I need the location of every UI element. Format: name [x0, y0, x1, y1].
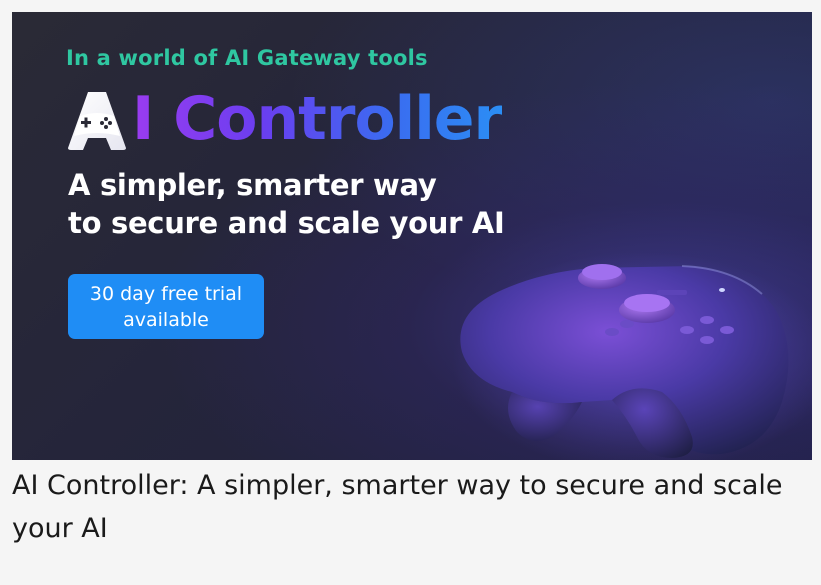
gamepad-letter-a-icon: [68, 92, 126, 150]
banner-tagline: In a world of AI Gateway tools: [66, 46, 428, 70]
logo-text: I Controller: [132, 84, 503, 154]
free-trial-line-1: 30 day free trial: [89, 282, 243, 305]
ai-controller-logo: I Controller: [66, 84, 503, 154]
image-caption: AI Controller: A simpler, smarter way to…: [12, 470, 783, 544]
free-trial-button[interactable]: 30 day free trial available: [68, 274, 264, 339]
ai-controller-banner[interactable]: In a world of AI Gateway tools I Control…: [12, 12, 812, 460]
page: In a world of AI Gateway tools I Control…: [0, 0, 821, 585]
gamepad-image: [452, 252, 812, 460]
headline-line-1: A simpler, smarter way: [68, 168, 437, 202]
banner-headline: A simpler, smarter way to secure and sca…: [68, 166, 505, 242]
free-trial-line-2: available: [123, 308, 209, 331]
